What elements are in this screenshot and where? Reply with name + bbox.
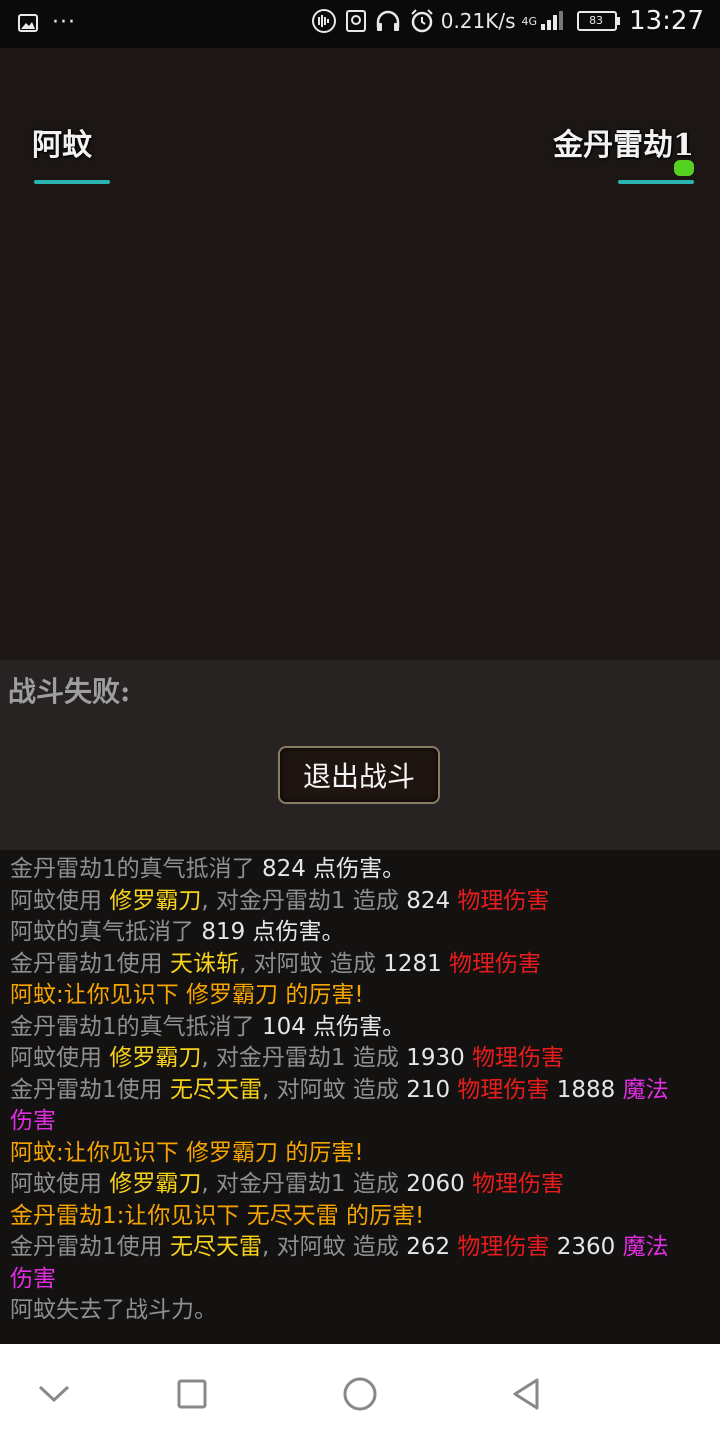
log-segment: , 对阿蚊 造成 bbox=[238, 950, 384, 977]
log-entry: 阿蚊的真气抵消了 819 点伤害。 bbox=[10, 917, 690, 949]
battery-level: 83 bbox=[589, 14, 604, 27]
network-type: 4G bbox=[521, 14, 538, 28]
log-segment: 金丹雷劫1的真气抵消了 bbox=[10, 856, 262, 882]
log-segment: 阿蚊:让你见识下 修罗霸刀 的厉害! bbox=[10, 1139, 364, 1166]
home-circle-icon[interactable] bbox=[340, 1374, 380, 1414]
log-entry: 阿蚊:让你见识下 修罗霸刀 的厉害! bbox=[10, 1138, 690, 1170]
alarm-icon bbox=[409, 8, 435, 34]
log-segment: 阿蚊的真气抵消了 bbox=[10, 919, 202, 945]
log-segment: 物理伤害 bbox=[450, 887, 550, 914]
log-segment: 无尽天雷 bbox=[169, 1234, 262, 1260]
log-segment: 点伤害。 bbox=[305, 1013, 406, 1040]
more-icon: ··· bbox=[52, 10, 76, 35]
log-segment: 点伤害。 bbox=[305, 856, 406, 882]
back-triangle-icon[interactable] bbox=[506, 1374, 546, 1414]
log-entry: 阿蚊使用 修罗霸刀, 对金丹雷劫1 造成 1930 物理伤害 bbox=[10, 1043, 690, 1075]
log-entry: 金丹雷劫1使用 天诛斩, 对阿蚊 造成 1281 物理伤害 bbox=[10, 949, 690, 981]
log-segment: 824 bbox=[261, 856, 306, 882]
player-name: 阿蚊 bbox=[32, 128, 92, 163]
log-segment: 金丹雷劫1使用 bbox=[10, 1076, 170, 1103]
log-segment: 824 bbox=[406, 887, 451, 914]
log-segment: 1888 bbox=[549, 1076, 616, 1103]
log-segment: , 对阿蚊 造成 bbox=[261, 1234, 407, 1260]
log-segment: 物理伤害 bbox=[464, 1171, 565, 1197]
battery-icon: 83 bbox=[577, 11, 621, 31]
battle-area: 阿蚊 金丹雷劫1 bbox=[0, 48, 720, 660]
log-entry: 阿蚊:让你见识下 修罗霸刀 的厉害! bbox=[10, 980, 690, 1012]
log-entry: 阿蚊使用 修罗霸刀, 对金丹雷劫1 造成 2060 物理伤害 bbox=[10, 1169, 690, 1201]
player-hp-bar bbox=[34, 180, 110, 184]
log-segment: 点伤害。 bbox=[245, 919, 345, 945]
log-segment: 金丹雷劫1:让你见识下 无尽天雷 的厉害! bbox=[10, 1202, 425, 1229]
exit-battle-button[interactable]: 退出战斗 bbox=[278, 746, 440, 804]
log-segment: 修罗霸刀 bbox=[109, 887, 202, 914]
log-segment: , 对金丹雷劫1 造成 bbox=[201, 1171, 407, 1197]
log-segment: , 对阿蚊 造成 bbox=[261, 1076, 407, 1103]
log-segment: 阿蚊:让你见识下 修罗霸刀 的厉害! bbox=[10, 982, 364, 1008]
log-segment: 天诛斩 bbox=[169, 950, 239, 977]
nfc-icon bbox=[345, 9, 367, 33]
log-entry: 金丹雷劫1的真气抵消了 824 点伤害。 bbox=[10, 854, 690, 886]
status-bar: ··· 0.21K/s 4G 83 13:27 bbox=[0, 0, 720, 48]
log-entry: 金丹雷劫1:让你见识下 无尽天雷 的厉害! bbox=[10, 1201, 690, 1233]
log-segment: 修罗霸刀 bbox=[109, 1045, 202, 1071]
log-segment: 物理伤害 bbox=[464, 1045, 565, 1071]
vibrate-icon bbox=[311, 8, 337, 34]
log-entry: 金丹雷劫1使用 无尽天雷, 对阿蚊 造成 210 物理伤害 1888 魔法伤害 bbox=[10, 1075, 690, 1138]
log-segment: 1281 bbox=[383, 950, 442, 977]
log-segment: 210 bbox=[406, 1076, 451, 1103]
log-segment: 2360 bbox=[549, 1234, 616, 1260]
log-segment: , 对金丹雷劫1 造成 bbox=[201, 887, 407, 914]
result-panel: 战斗失败: 退出战斗 bbox=[0, 660, 720, 850]
log-segment: 819 bbox=[201, 919, 246, 945]
log-segment: 金丹雷劫1的真气抵消了 bbox=[10, 1013, 262, 1040]
log-segment: 2060 bbox=[406, 1171, 465, 1197]
log-segment: 262 bbox=[406, 1234, 451, 1260]
enemy-hp-bar bbox=[618, 180, 694, 184]
enemy-status-indicator bbox=[674, 160, 694, 176]
back-chevron-icon[interactable] bbox=[34, 1374, 74, 1414]
navigation-bar bbox=[0, 1344, 720, 1440]
log-segment: 修罗霸刀 bbox=[109, 1171, 202, 1197]
log-entry: 阿蚊失去了战斗力。 bbox=[10, 1295, 690, 1327]
log-segment: 104 bbox=[261, 1013, 306, 1040]
log-segment: 物理伤害 bbox=[441, 950, 542, 977]
combat-log[interactable]: 金丹雷劫1的真气抵消了 824 点伤害。 阿蚊使用 修罗霸刀, 对金丹雷劫1 造成… bbox=[0, 850, 720, 1344]
log-segment: 阿蚊使用 bbox=[10, 1171, 110, 1197]
log-entry: 阿蚊使用 修罗霸刀, 对金丹雷劫1 造成 824 物理伤害 bbox=[10, 886, 690, 918]
log-segment: 阿蚊失去了战斗力。 bbox=[10, 1297, 217, 1323]
net-speed: 0.21K/s bbox=[440, 9, 516, 33]
log-entry: 金丹雷劫1使用 无尽天雷, 对阿蚊 造成 262 物理伤害 2360 魔法伤害 bbox=[10, 1232, 690, 1295]
log-segment: 物理伤害 bbox=[450, 1076, 550, 1103]
enemy-name: 金丹雷劫1 bbox=[553, 128, 694, 163]
log-segment: 金丹雷劫1使用 bbox=[10, 950, 170, 977]
recents-square-icon[interactable] bbox=[172, 1374, 212, 1414]
log-entry: 金丹雷劫1的真气抵消了 104 点伤害。 bbox=[10, 1012, 690, 1044]
clock: 13:27 bbox=[629, 6, 704, 36]
image-icon bbox=[18, 13, 38, 32]
log-segment: 1930 bbox=[406, 1045, 465, 1071]
log-segment: 金丹雷劫1使用 bbox=[10, 1234, 170, 1260]
log-segment: 阿蚊使用 bbox=[10, 887, 110, 914]
log-segment: 阿蚊使用 bbox=[10, 1045, 110, 1071]
battle-result-label: 战斗失败: bbox=[8, 675, 131, 708]
log-segment: , 对金丹雷劫1 造成 bbox=[201, 1045, 407, 1071]
log-segment: 物理伤害 bbox=[450, 1234, 550, 1260]
log-segment: 无尽天雷 bbox=[169, 1076, 262, 1103]
signal-icon: 4G bbox=[522, 10, 568, 32]
headset-icon bbox=[375, 9, 401, 33]
